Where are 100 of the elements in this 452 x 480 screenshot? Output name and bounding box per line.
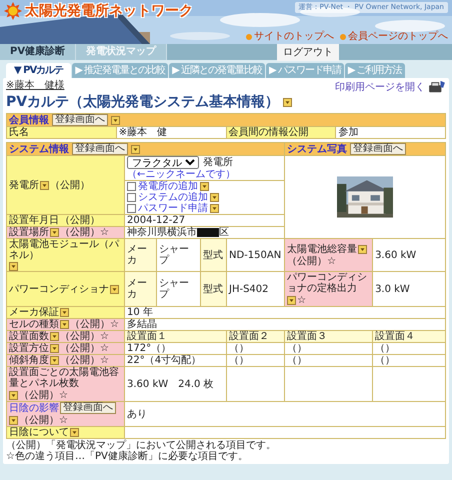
field-label: パワーコンディショナ [9, 284, 109, 294]
help-icon[interactable] [110, 284, 119, 294]
table-cell: メーカ [124, 238, 156, 272]
field-label: 設置場所 [9, 227, 49, 238]
site-title: 太陽光発電所ネットワーク [25, 2, 193, 20]
help-icon[interactable] [40, 180, 49, 190]
help-icon[interactable] [131, 144, 140, 154]
sun-icon [4, 2, 22, 20]
field-note: （公開）☆ [70, 319, 119, 330]
help-icon[interactable] [60, 308, 69, 317]
table-cell: 多結晶 [124, 318, 446, 330]
printer-icon [428, 80, 446, 94]
field-label: 日陰について [9, 427, 69, 438]
table-cell: シャープ [156, 238, 200, 272]
edit-button[interactable]: 登録画面へ [52, 114, 108, 126]
field-label: 傾斜角度 [9, 355, 49, 366]
section-title: システム写真 [287, 144, 348, 154]
table-cell: メーカ [124, 272, 156, 306]
table-cell: 10 年 [124, 306, 446, 318]
field-label: 設置面ごとの太陽電池容量とパネル枚数 [9, 367, 120, 389]
field-label: セルの種類 [9, 319, 59, 330]
table-cell: 型式 [200, 272, 226, 306]
table-cell: 会員間の情報公開 [226, 126, 336, 138]
option-link[interactable]: システムの追加 [138, 192, 208, 203]
field-label: パワーコンディショナの定格出力 [287, 272, 368, 294]
table-cell: 型式 [200, 238, 226, 272]
table-cell: （） [372, 342, 446, 354]
table-cell: 3.60 kW 24.0 枚 [124, 366, 226, 402]
help-icon[interactable] [9, 416, 18, 425]
field-label: 発電所 [9, 180, 39, 190]
edit-button[interactable]: 登録画面へ [60, 402, 116, 414]
header-link[interactable]: サイトのトップへ [246, 31, 334, 42]
checkbox[interactable] [127, 193, 136, 202]
page-title: PVカルテ（太陽光発電システム基本情報） [6, 94, 280, 111]
header-link[interactable]: 会員ページのトップへ [340, 31, 448, 42]
tab[interactable]: ▼ PVカルテ [6, 63, 72, 78]
table-cell: シャープ [156, 272, 200, 306]
table-cell: 設置面２ [226, 330, 285, 342]
help-icon[interactable] [50, 332, 59, 341]
field-note: （公開）☆ [60, 227, 109, 238]
field-note: （公開） [50, 180, 90, 190]
help-icon[interactable] [50, 344, 59, 353]
user-name-link[interactable]: ※藤本 健様 [6, 80, 64, 91]
field-note: （公開） [60, 215, 100, 226]
edit-button[interactable]: 登録画面へ [350, 143, 406, 155]
nickname-note: （←ニックネームです） [127, 169, 236, 180]
field-label[interactable]: 日陰の影響 [9, 402, 59, 414]
checkbox[interactable] [127, 204, 136, 213]
help-icon[interactable] [287, 296, 296, 305]
table-cell: 氏名 [6, 126, 116, 138]
table-cell: 2004-12-27 [124, 214, 285, 226]
table-cell: 3.60 kW [372, 238, 446, 272]
table-cell: （） [284, 342, 373, 354]
footnote: （公開）「発電状況マップ」において公開される項目です。 [6, 440, 277, 451]
help-icon[interactable] [111, 116, 120, 124]
table-cell: 設置面４ [372, 330, 446, 342]
table-cell: 参加 [336, 126, 446, 138]
footnote: ☆色の違う項目…「PV健康診断」に必要な項目です。 [6, 451, 249, 462]
print-link[interactable]: 印刷用ページを開く [335, 80, 446, 94]
help-icon[interactable] [358, 244, 368, 254]
field-label: 設置方位 [9, 343, 49, 354]
help-icon[interactable] [210, 193, 219, 202]
help-icon[interactable] [9, 391, 18, 400]
table-cell [226, 366, 285, 402]
table-cell: 22°（4寸勾配） [124, 354, 226, 366]
option-link[interactable]: パスワード申請 [138, 203, 208, 214]
help-icon[interactable] [60, 320, 69, 329]
help-icon[interactable] [70, 428, 79, 437]
table-cell: 設置面３ [284, 330, 373, 342]
table-cell: ※藤本 健 [116, 126, 226, 138]
checkbox[interactable] [127, 182, 136, 191]
help-icon[interactable] [9, 262, 18, 271]
logout-button[interactable]: ログアウト [277, 43, 340, 61]
field-note: （公開）☆ [60, 343, 109, 354]
field-note: （公開）☆ [287, 256, 336, 266]
address-text: 区 [219, 227, 229, 238]
table-cell: あり [124, 402, 446, 426]
table-cell: 3.0 kW [372, 272, 446, 306]
table-cell: （） [372, 354, 446, 366]
option-link[interactable]: 発電所の追加 [138, 181, 198, 192]
help-icon[interactable] [50, 356, 59, 365]
edit-button[interactable]: 登録画面へ [72, 143, 128, 155]
nav-item[interactable]: PV健康診断 [0, 44, 76, 60]
section-title: システム情報 [9, 144, 69, 154]
help-icon[interactable] [210, 204, 219, 213]
table-cell: JH-S402 [226, 272, 285, 306]
plant-select[interactable]: フラクタル [127, 156, 199, 169]
help-icon[interactable] [200, 182, 209, 191]
field-label: 設置面数 [9, 331, 49, 342]
field-label: 太陽電池モジュール（パネル） [9, 239, 120, 261]
field-note: （公開）☆ [60, 331, 109, 342]
table-cell: （） [284, 354, 373, 366]
help-icon[interactable] [50, 228, 59, 237]
field-note: （公開）☆ [19, 415, 68, 426]
help-icon[interactable] [283, 98, 292, 107]
table-cell: 172°（） [124, 342, 226, 354]
plant-text: 発電所 [203, 157, 233, 168]
table-cell: （） [226, 342, 285, 354]
table-cell: 設置面１ [124, 330, 226, 342]
table-cell: （） [226, 354, 285, 366]
